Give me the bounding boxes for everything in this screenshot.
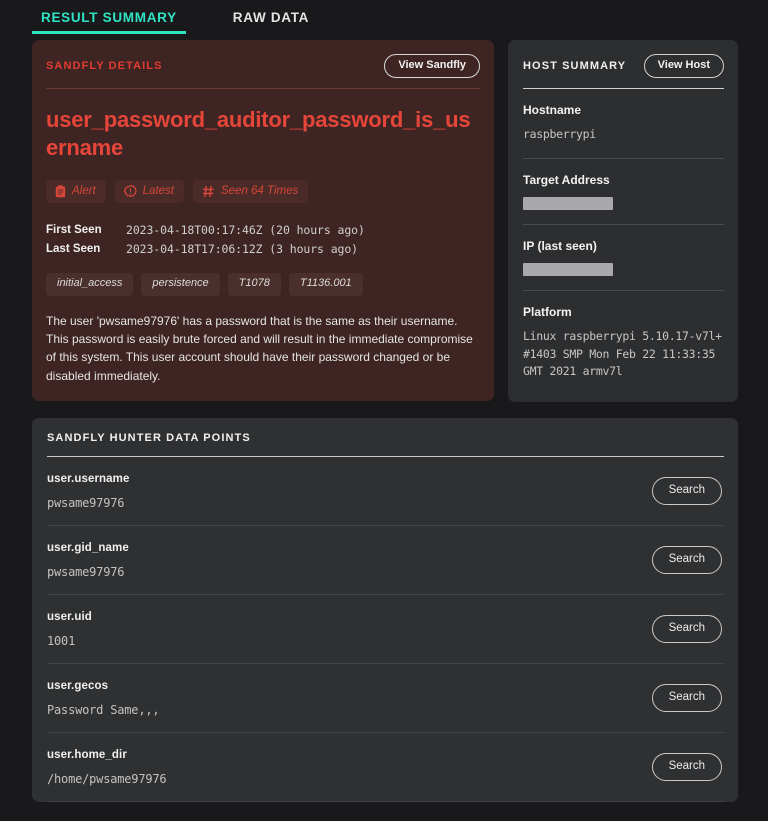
search-button[interactable]: Search — [652, 753, 722, 781]
sandfly-details-title: SANDFLY DETAILS — [46, 60, 163, 72]
result-summary-page: RESULT SUMMARY RAW DATA SANDFLY DETAILS … — [0, 0, 768, 821]
tag-item[interactable]: T1136.001 — [289, 273, 363, 296]
badge-seen-count: Seen 64 Times — [193, 180, 308, 203]
host-field-label: Platform — [523, 305, 724, 319]
table-row: user.home_dir /home/pwsame97976 Search — [47, 733, 724, 802]
sandfly-hunter-data-points-panel: SANDFLY HUNTER DATA POINTS user.username… — [32, 418, 738, 802]
data-point-value: pwsame97976 — [47, 565, 129, 579]
search-button[interactable]: Search — [652, 615, 722, 643]
view-host-button[interactable]: View Host — [644, 54, 724, 78]
host-summary-panel: HOST SUMMARY View Host Hostname raspberr… — [508, 40, 738, 402]
data-points-title: SANDFLY HUNTER DATA POINTS — [47, 432, 724, 444]
data-point-text: user.gid_name pwsame97976 — [47, 542, 129, 579]
data-point-text: user.username pwsame97976 — [47, 473, 130, 510]
sandfly-timestamps: First Seen 2023-04-18T00:17:46Z (20 hour… — [46, 221, 480, 258]
badge-alert-label: Alert — [72, 186, 96, 198]
table-row: user.username pwsame97976 Search — [47, 457, 724, 526]
host-field-target-address: Target Address — [523, 173, 724, 210]
hash-icon — [202, 185, 215, 198]
host-field-divider — [523, 158, 724, 159]
host-summary-header: HOST SUMMARY View Host — [523, 53, 724, 79]
redacted-value-bar — [523, 197, 613, 210]
sandfly-tags: initial_access persistence T1078 T1136.0… — [46, 273, 480, 296]
badge-seen-count-label: Seen 64 Times — [221, 186, 298, 198]
search-button[interactable]: Search — [652, 684, 722, 712]
view-sandfly-button[interactable]: View Sandfly — [384, 54, 480, 78]
host-field-label: IP (last seen) — [523, 239, 724, 253]
tab-bar: RESULT SUMMARY RAW DATA — [0, 0, 768, 34]
badge-alert: Alert — [46, 180, 106, 203]
sandfly-details-header: SANDFLY DETAILS View Sandfly — [46, 53, 480, 79]
sandfly-badges: Alert Latest — [46, 180, 480, 203]
sandfly-details-panel: SANDFLY DETAILS View Sandfly user_passwo… — [32, 40, 494, 401]
table-row: user.gid_name pwsame97976 Search — [47, 526, 724, 595]
data-point-value: /home/pwsame97976 — [47, 772, 166, 786]
alert-badge-icon — [124, 185, 137, 198]
host-field-label: Target Address — [523, 173, 724, 187]
sandfly-description: The user 'pwsame97976' has a password th… — [46, 312, 480, 385]
tab-result-summary[interactable]: RESULT SUMMARY — [32, 11, 186, 35]
host-summary-divider — [523, 88, 724, 89]
last-seen-value: 2023-04-18T17:06:12Z (3 hours ago) — [126, 240, 358, 258]
data-point-text: user.home_dir /home/pwsame97976 — [47, 749, 166, 786]
tag-item[interactable]: persistence — [141, 273, 219, 296]
host-field-label: Hostname — [523, 103, 724, 117]
table-row: user.gecos Password Same,,, Search — [47, 664, 724, 733]
first-seen-label: First Seen — [46, 221, 126, 239]
first-seen-row: First Seen 2023-04-18T00:17:46Z (20 hour… — [46, 221, 480, 239]
last-seen-label: Last Seen — [46, 240, 126, 258]
redacted-value-bar — [523, 263, 613, 276]
host-field-divider — [523, 224, 724, 225]
host-field-value: Linux raspberrypi 5.10.17-v7l+ #1403 SMP… — [523, 328, 724, 381]
first-seen-value: 2023-04-18T00:17:46Z (20 hours ago) — [126, 221, 365, 239]
badge-latest: Latest — [115, 180, 184, 203]
badge-latest-label: Latest — [143, 186, 174, 198]
host-field-hostname: Hostname raspberrypi — [523, 103, 724, 144]
host-field-value: raspberrypi — [523, 126, 724, 144]
data-point-value: Password Same,,, — [47, 703, 159, 717]
clipboard-icon — [55, 185, 66, 198]
data-point-key: user.home_dir — [47, 749, 166, 761]
sandfly-name: user_password_auditor_password_is_userna… — [46, 106, 480, 161]
data-point-text: user.uid 1001 — [47, 611, 92, 648]
data-point-key: user.username — [47, 473, 130, 485]
search-button[interactable]: Search — [652, 477, 722, 505]
tag-item[interactable]: T1078 — [228, 273, 281, 296]
host-field-ip-last-seen: IP (last seen) — [523, 239, 724, 276]
data-point-key: user.gecos — [47, 680, 159, 692]
data-point-value: pwsame97976 — [47, 496, 130, 510]
data-point-value: 1001 — [47, 634, 92, 648]
tag-item[interactable]: initial_access — [46, 273, 133, 296]
host-field-divider — [523, 290, 724, 291]
sandfly-details-divider — [46, 88, 480, 89]
host-summary-title: HOST SUMMARY — [523, 60, 626, 72]
last-seen-row: Last Seen 2023-04-18T17:06:12Z (3 hours … — [46, 240, 480, 258]
data-point-key: user.uid — [47, 611, 92, 623]
data-point-key: user.gid_name — [47, 542, 129, 554]
data-point-text: user.gecos Password Same,,, — [47, 680, 159, 717]
search-button[interactable]: Search — [652, 546, 722, 574]
host-field-platform: Platform Linux raspberrypi 5.10.17-v7l+ … — [523, 305, 724, 381]
tab-raw-data[interactable]: RAW DATA — [224, 11, 318, 35]
table-row: user.uid 1001 Search — [47, 595, 724, 664]
summary-panels-row: SANDFLY DETAILS View Sandfly user_passwo… — [0, 34, 768, 402]
